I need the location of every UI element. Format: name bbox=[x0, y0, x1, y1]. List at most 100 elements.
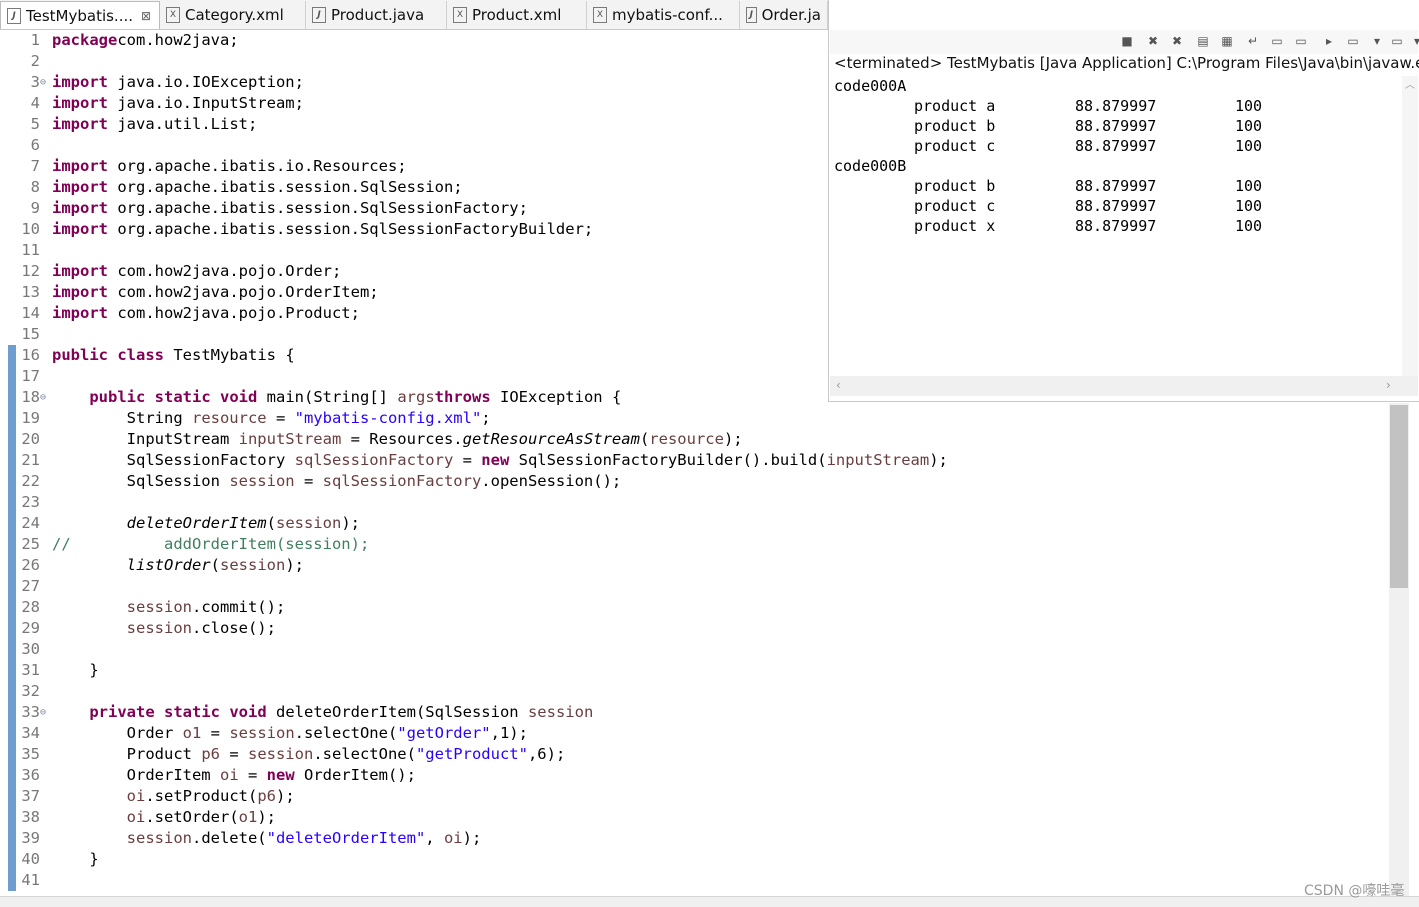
code-text: String resource = "mybatis-config.xml"; bbox=[52, 408, 491, 429]
code-token: String bbox=[52, 409, 192, 427]
line-number: 18 bbox=[21, 388, 40, 406]
editor-tab-category-xml[interactable]: X Category.xml bbox=[160, 1, 306, 29]
code-text: session.commit(); bbox=[52, 597, 286, 618]
code-text: // addOrderItem(session); bbox=[52, 534, 369, 555]
console-row: product x 88.879997 100 bbox=[834, 216, 1262, 236]
console-horizontal-scrollbar[interactable]: ‹ › bbox=[830, 376, 1418, 396]
stop-icon[interactable]: ■ bbox=[1120, 34, 1134, 48]
editor-tab-testmybatis[interactable]: J TestMybatis.... ⊠ bbox=[0, 1, 160, 29]
change-marker bbox=[8, 660, 16, 681]
line-number: 5 bbox=[30, 115, 40, 133]
editor-tab-order-ja[interactable]: J Order.ja bbox=[740, 1, 828, 29]
code-text: Order o1 = session.selectOne("getOrder",… bbox=[52, 723, 528, 744]
code-token: listOrder bbox=[126, 556, 211, 574]
code-token: o1 bbox=[182, 724, 202, 742]
code-token: Order bbox=[52, 724, 183, 742]
console-output[interactable]: code000A product a 88.879997 100 product b 88… bbox=[834, 76, 1262, 236]
code-token: session bbox=[275, 514, 342, 532]
product-name: product c bbox=[914, 137, 996, 155]
change-marker bbox=[8, 534, 16, 555]
code-token: import bbox=[52, 157, 108, 175]
chevron-right-icon[interactable]: › bbox=[1386, 378, 1391, 392]
console-vertical-scrollbar[interactable]: ︿ bbox=[1402, 76, 1418, 376]
show-on-stdout-icon[interactable]: ▭ bbox=[1270, 34, 1284, 48]
product-price: 88.879997 bbox=[1075, 137, 1157, 155]
change-marker bbox=[8, 723, 16, 744]
code-token: p6 bbox=[201, 745, 220, 763]
code-text: import org.apache.ibatis.io.Resources; bbox=[52, 156, 407, 177]
code-token: OrderItem(); bbox=[294, 766, 416, 784]
code-token: session bbox=[126, 619, 192, 637]
code-token: .close(); bbox=[191, 619, 276, 637]
console-toolbar: ■ ✖ ✖ ▤ ▦ ↵ ▭ ▭ ▸ ▭ ▾ ▭ ▾ bbox=[830, 30, 1419, 54]
console-row: product c 88.879997 100 bbox=[834, 136, 1262, 156]
watermark: CSDN @嚎哇毫 bbox=[1304, 883, 1405, 899]
editor-scrollbar-thumb[interactable] bbox=[1390, 405, 1408, 588]
change-marker bbox=[8, 345, 16, 366]
console-row: product a 88.879997 100 bbox=[834, 96, 1262, 116]
code-token: org.apache.ibatis.io.Resources; bbox=[108, 157, 407, 175]
change-marker bbox=[8, 576, 16, 597]
editor-tab-product-xml[interactable]: X Product.xml bbox=[447, 1, 587, 29]
code-text: import com.how2java.pojo.Product; bbox=[52, 303, 360, 324]
code-token: } bbox=[52, 661, 99, 679]
code-text: import java.util.List; bbox=[52, 114, 257, 135]
code-text: listOrder(session); bbox=[52, 555, 304, 576]
code-token: oi bbox=[126, 808, 146, 826]
code-token: import bbox=[52, 73, 108, 91]
display-console-icon[interactable]: ▭ bbox=[1346, 34, 1360, 48]
fold-toggle-icon[interactable]: ⊖ bbox=[40, 387, 46, 408]
console-row: product b 88.879997 100 bbox=[834, 176, 1262, 196]
editor-tab-mybatis-conf[interactable]: Xmybatis-conf... bbox=[587, 1, 740, 29]
line-number: 36 bbox=[21, 766, 40, 784]
line-number: 6 bbox=[30, 136, 40, 154]
code-token: throws bbox=[434, 388, 491, 406]
show-on-stderr-icon[interactable]: ▭ bbox=[1294, 34, 1308, 48]
code-token: ); bbox=[723, 430, 743, 448]
code-token: import bbox=[52, 178, 108, 196]
scroll-lock-icon[interactable]: ▦ bbox=[1220, 34, 1234, 48]
chevron-up-icon[interactable]: ︿ bbox=[1405, 80, 1415, 91]
code-token: // addOrderItem(session); bbox=[52, 535, 370, 553]
code-token: session bbox=[126, 829, 192, 847]
dropdown-icon[interactable]: ▾ bbox=[1410, 34, 1419, 48]
dropdown-icon[interactable]: ▾ bbox=[1370, 34, 1384, 48]
fold-toggle-icon[interactable]: ⊖ bbox=[40, 72, 46, 93]
code-token: session bbox=[126, 598, 192, 616]
pin-console-icon[interactable]: ▸ bbox=[1322, 34, 1336, 48]
code-token: inputStream bbox=[826, 451, 930, 469]
change-marker bbox=[8, 429, 16, 450]
code-token: com.how2java.pojo.Order; bbox=[108, 262, 342, 280]
new-console-icon[interactable]: ▭ bbox=[1390, 34, 1404, 48]
word-wrap-icon[interactable]: ↵ bbox=[1246, 34, 1260, 48]
code-token: } bbox=[52, 850, 99, 868]
editor-horizontal-scrollbar[interactable] bbox=[0, 896, 1419, 907]
change-marker bbox=[8, 870, 16, 891]
code-token: ); bbox=[257, 808, 276, 826]
code-token: import bbox=[52, 304, 108, 322]
clear-console-icon[interactable]: ▤ bbox=[1196, 34, 1210, 48]
code-token: org.apache.ibatis.session.SqlSessionFact… bbox=[108, 220, 594, 238]
line-number: 1 bbox=[30, 31, 40, 49]
chevron-left-icon[interactable]: ‹ bbox=[836, 378, 841, 392]
product-price: 88.879997 bbox=[1075, 217, 1157, 235]
remove-all-terminated-icon[interactable]: ✖ bbox=[1170, 34, 1184, 48]
code-token: = bbox=[238, 766, 267, 784]
product-name: product a bbox=[914, 97, 996, 115]
fold-toggle-icon[interactable]: ⊖ bbox=[40, 702, 46, 723]
code-text: session.delete("deleteOrderItem", oi); bbox=[52, 828, 482, 849]
editor-tab-bar: J TestMybatis.... ⊠ X Category.xml J Product.j… bbox=[0, 0, 828, 30]
code-token: oi bbox=[126, 787, 146, 805]
editor-tab-product-java[interactable]: J Product.java bbox=[306, 1, 447, 29]
code-token: import bbox=[52, 262, 108, 280]
close-tab-icon[interactable]: ⊠ bbox=[141, 9, 151, 23]
xml-file-icon: X bbox=[166, 7, 180, 23]
remove-launch-icon[interactable]: ✖ bbox=[1146, 34, 1160, 48]
line-number: 25 bbox=[21, 535, 40, 553]
code-token: new bbox=[481, 451, 510, 469]
tab-label: TestMybatis.... bbox=[26, 6, 134, 25]
code-token: args bbox=[397, 388, 435, 406]
change-marker bbox=[8, 702, 16, 723]
